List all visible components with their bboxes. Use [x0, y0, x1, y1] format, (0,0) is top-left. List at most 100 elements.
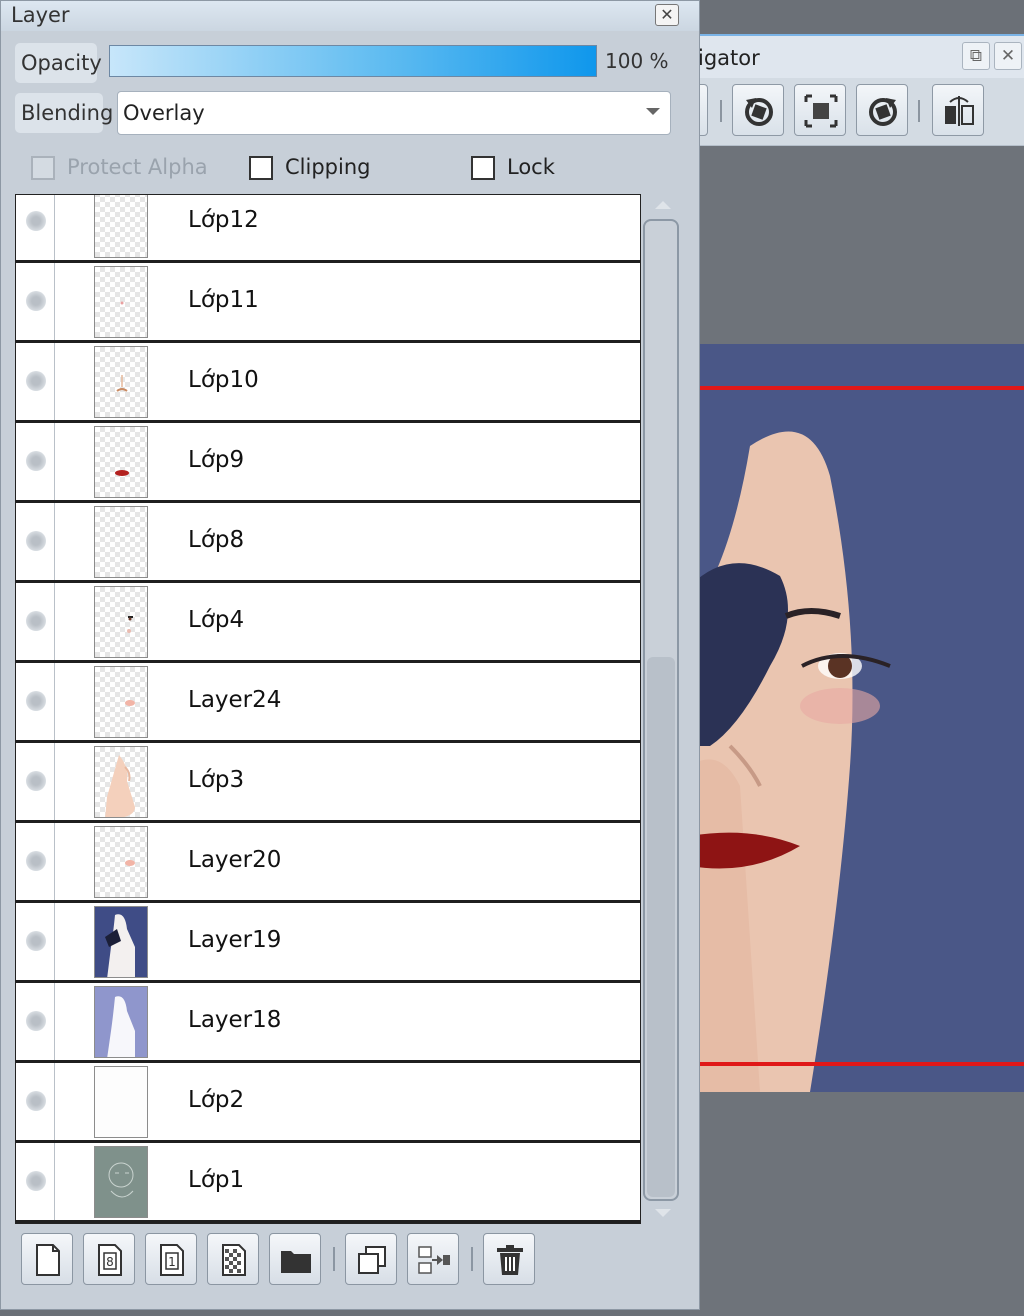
visibility-eye-icon[interactable] [26, 851, 46, 871]
visibility-eye-icon[interactable] [26, 531, 46, 551]
svg-text:1: 1 [168, 1255, 176, 1269]
close-icon[interactable]: ✕ [994, 42, 1022, 70]
checkbox-icon [31, 156, 55, 180]
layer-row[interactable]: Lớp12 [16, 195, 640, 263]
blending-select[interactable]: Overlay [117, 91, 671, 135]
layer-row[interactable]: Lớp8 [16, 503, 640, 583]
layer-panel: Layer ✕ Opacity 100 % Blending Overlay P… [0, 0, 700, 1310]
layer-list-scrollbar[interactable] [643, 197, 683, 1227]
layer-row[interactable]: Lớp3 [16, 743, 640, 823]
visibility-eye-icon[interactable] [26, 1091, 46, 1111]
popout-icon[interactable]: ⧉ [962, 42, 990, 70]
row-divider [54, 663, 55, 740]
navigator-panel: igator ⧉ ✕ [656, 34, 1024, 1316]
merge-down-icon[interactable] [407, 1233, 459, 1285]
close-icon[interactable]: ✕ [655, 4, 679, 26]
visibility-eye-icon[interactable] [26, 931, 46, 951]
layer-thumbnail [94, 506, 148, 578]
layer-name: Layer24 [188, 687, 282, 713]
opacity-value: 100 % [605, 49, 669, 73]
layer-row[interactable]: Lớp10 [16, 343, 640, 423]
layer-thumbnail [94, 426, 148, 498]
row-divider [54, 743, 55, 820]
protect-alpha-label: Protect Alpha [67, 155, 208, 179]
layer-row[interactable]: Layer18 [16, 983, 640, 1063]
layer-name: Lớp11 [188, 287, 259, 313]
layer-panel-title-bar: Layer ✕ [1, 1, 699, 31]
layer-name: Lớp12 [188, 207, 259, 233]
layer-row[interactable]: Lớp9 [16, 423, 640, 503]
layer-row[interactable]: Layer19 [16, 903, 640, 983]
scroll-up-icon[interactable] [655, 201, 671, 209]
layer-name: Layer18 [188, 1007, 282, 1033]
layer-thumbnail [94, 826, 148, 898]
clipping-checkbox[interactable]: Clipping [249, 155, 409, 183]
lock-label: Lock [507, 155, 555, 179]
new-layer-icon[interactable] [21, 1233, 73, 1285]
clipping-label: Clipping [285, 155, 371, 179]
row-divider [54, 1063, 55, 1140]
opacity-slider[interactable] [109, 45, 597, 77]
row-divider [54, 503, 55, 580]
layer-list: Lớp12 Lớp11 Lớp10 Lớp9 Lớp8 Lớp4 Layer24 Lớp3 La… [15, 194, 641, 1224]
layer-name: Layer19 [188, 927, 282, 953]
visibility-eye-icon[interactable] [26, 691, 46, 711]
lock-checkbox[interactable]: Lock [471, 155, 591, 183]
scrollbar-track[interactable] [643, 219, 679, 1201]
layer-name: Lớp4 [188, 607, 245, 633]
visibility-eye-icon[interactable] [26, 451, 46, 471]
layer-row[interactable]: Lớp2 [16, 1063, 640, 1143]
scroll-down-icon[interactable] [655, 1209, 671, 1217]
layer-thumbnail [94, 746, 148, 818]
duplicate-layer-icon[interactable] [345, 1233, 397, 1285]
new-halftone-layer-icon[interactable] [207, 1233, 259, 1285]
visibility-eye-icon[interactable] [26, 611, 46, 631]
row-divider [54, 583, 55, 660]
checkbox-icon [471, 156, 495, 180]
visibility-eye-icon[interactable] [26, 1171, 46, 1191]
layer-row[interactable]: Lớp11 [16, 263, 640, 343]
navigator-preview[interactable] [690, 146, 1024, 1316]
protect-alpha-checkbox[interactable]: Protect Alpha [31, 155, 231, 183]
layer-name: Lớp1 [188, 1167, 245, 1193]
visibility-eye-icon[interactable] [26, 1011, 46, 1031]
layer-thumbnail [94, 266, 148, 338]
fit-screen-icon[interactable] [794, 84, 846, 136]
layer-name: Lớp10 [188, 367, 259, 393]
layer-name: Lớp9 [188, 447, 245, 473]
rotate-left-icon[interactable] [732, 84, 784, 136]
layer-name: Lớp8 [188, 527, 245, 553]
layer-row[interactable]: Layer24 [16, 663, 640, 743]
delete-layer-icon[interactable] [483, 1233, 535, 1285]
visibility-eye-icon[interactable] [26, 211, 46, 231]
new-1bit-layer-icon[interactable]: 1 [145, 1233, 197, 1285]
artwork-preview [690, 344, 1024, 1092]
new-8bit-layer-icon[interactable]: 8 [83, 1233, 135, 1285]
flip-horizontal-icon[interactable] [932, 84, 984, 136]
layer-thumbnail [94, 1146, 148, 1218]
layer-name: Lớp3 [188, 767, 245, 793]
svg-text:8: 8 [106, 1255, 114, 1269]
row-divider [54, 823, 55, 900]
toolbar-separator [333, 1247, 335, 1271]
navigator-toolbar [656, 78, 1024, 146]
layer-name: Lớp2 [188, 1087, 245, 1113]
navigator-title-bar: igator ⧉ ✕ [690, 34, 1024, 78]
layer-row[interactable]: Lớp1 [16, 1143, 640, 1223]
new-folder-icon[interactable] [269, 1233, 321, 1285]
opacity-label: Opacity [15, 43, 102, 83]
visibility-eye-icon[interactable] [26, 291, 46, 311]
visibility-eye-icon[interactable] [26, 771, 46, 791]
row-divider [54, 983, 55, 1060]
rotate-right-icon[interactable] [856, 84, 908, 136]
blending-value: Overlay [123, 101, 205, 125]
checkbox-icon [249, 156, 273, 180]
visibility-eye-icon[interactable] [26, 371, 46, 391]
layer-thumbnail [94, 586, 148, 658]
scrollbar-thumb[interactable] [647, 657, 675, 1197]
layer-row[interactable]: Lớp4 [16, 583, 640, 663]
layer-name: Layer20 [188, 847, 282, 873]
row-divider [54, 423, 55, 500]
layer-row[interactable]: Layer20 [16, 823, 640, 903]
blending-label: Blending [15, 93, 113, 133]
